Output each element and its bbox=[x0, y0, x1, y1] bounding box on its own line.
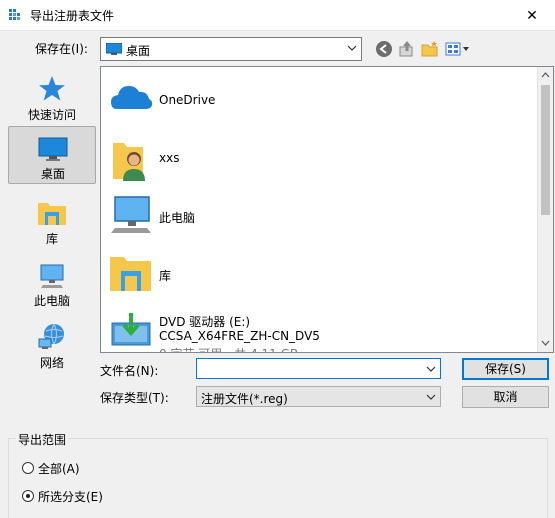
back-button[interactable] bbox=[374, 39, 394, 59]
save-button[interactable]: 保存(S) bbox=[462, 358, 549, 380]
desktop-icon bbox=[38, 137, 68, 161]
drive-label: CCSA_X64FRE_ZH-CN_DV5 bbox=[159, 329, 320, 343]
radio-circle[interactable] bbox=[22, 490, 34, 502]
desktop-icon bbox=[106, 43, 122, 55]
file-name: xxs bbox=[159, 151, 180, 165]
view-menu-icon bbox=[445, 42, 469, 56]
places-bar: 快速访问 桌面 库 此电脑 网络 bbox=[2, 66, 97, 370]
place-desktop[interactable]: 桌面 bbox=[8, 126, 96, 184]
this-pc-icon bbox=[40, 264, 64, 288]
quick-access-star-icon bbox=[39, 76, 65, 101]
file-item-this-pc[interactable]: 此电脑 bbox=[109, 185, 529, 243]
file-type-label: 保存类型(T): bbox=[100, 391, 169, 405]
scroll-up-icon[interactable] bbox=[541, 71, 550, 80]
radio-selected-branch-label: 所选分支(E) bbox=[38, 490, 103, 504]
file-item-user-folder[interactable]: xxs bbox=[109, 127, 529, 185]
file-name: OneDrive bbox=[159, 93, 216, 107]
chevron-down-icon bbox=[426, 394, 436, 400]
file-item-libraries[interactable]: 库 bbox=[109, 243, 529, 301]
location-value: 桌面 bbox=[126, 44, 151, 58]
drive-name: DVD 驱动器 (E:) bbox=[159, 315, 251, 329]
file-name-label: 文件名(N): bbox=[100, 364, 159, 378]
dvd-drive-icon bbox=[111, 313, 151, 346]
radio-circle[interactable] bbox=[22, 462, 34, 474]
file-type-value: 注册文件(*.reg) bbox=[201, 392, 288, 406]
user-folder-icon bbox=[113, 143, 145, 181]
export-range-title: 导出范围 bbox=[16, 431, 69, 448]
onedrive-cloud-icon bbox=[111, 86, 153, 109]
file-name: 库 bbox=[159, 269, 172, 283]
chevron-down-icon bbox=[347, 45, 357, 51]
file-item-onedrive[interactable]: OneDrive bbox=[109, 69, 529, 127]
drive-capacity: 0 字节 可用，共 4.11 GB bbox=[159, 345, 298, 352]
libraries-icon bbox=[110, 257, 151, 291]
place-this-pc[interactable]: 此电脑 bbox=[8, 254, 96, 312]
scrollbar-thumb[interactable] bbox=[541, 85, 550, 215]
location-dropdown[interactable]: 桌面 bbox=[100, 37, 362, 61]
place-label: 桌面 bbox=[40, 167, 65, 181]
group-border bbox=[8, 438, 548, 518]
radio-dot bbox=[26, 494, 30, 498]
export-range-group: 导出范围 全部(A) 所选分支(E) bbox=[0, 424, 555, 518]
place-libraries[interactable]: 库 bbox=[8, 192, 96, 250]
file-item-dvd-drive[interactable]: DVD 驱动器 (E:) CCSA_X64FRE_ZH-CN_DV5 0 字节 … bbox=[109, 301, 529, 352]
place-label: 网络 bbox=[39, 356, 64, 370]
place-network[interactable]: 网络 bbox=[8, 316, 96, 374]
scroll-down-icon[interactable] bbox=[541, 338, 550, 347]
regedit-icon bbox=[9, 9, 20, 20]
up-folder-button[interactable] bbox=[397, 39, 417, 59]
place-label: 此电脑 bbox=[33, 294, 70, 308]
chevron-down-icon[interactable] bbox=[426, 364, 436, 374]
file-list[interactable]: OneDrive xxs 此电脑 库 DVD 驱动器 (E:) CCSA_X64… bbox=[100, 66, 554, 353]
window-title: 导出注册表文件 bbox=[30, 9, 115, 23]
network-icon bbox=[38, 323, 64, 349]
cancel-button[interactable]: 取消 bbox=[462, 386, 549, 408]
radio-all-label: 全部(A) bbox=[38, 462, 80, 476]
file-type-dropdown[interactable]: 注册文件(*.reg) bbox=[196, 386, 441, 407]
new-folder-button[interactable] bbox=[420, 39, 440, 59]
up-folder-icon bbox=[399, 41, 413, 57]
back-arrow-icon bbox=[376, 41, 392, 57]
close-icon: ✕ bbox=[526, 7, 538, 24]
file-list-scrollbar[interactable] bbox=[537, 67, 553, 352]
place-label: 快速访问 bbox=[27, 108, 76, 122]
libraries-icon bbox=[38, 203, 66, 225]
file-name-field[interactable] bbox=[196, 358, 441, 379]
place-quick-access[interactable]: 快速访问 bbox=[8, 68, 96, 126]
file-name: 此电脑 bbox=[159, 211, 196, 225]
save-in-label: 保存在(I): bbox=[35, 42, 88, 56]
new-folder-icon bbox=[421, 41, 438, 57]
view-menu-button[interactable] bbox=[444, 39, 474, 59]
title-bar: 导出注册表文件 ✕ bbox=[0, 0, 555, 31]
place-label: 库 bbox=[45, 232, 58, 246]
this-pc-icon bbox=[111, 196, 151, 233]
close-button[interactable]: ✕ bbox=[509, 0, 555, 31]
